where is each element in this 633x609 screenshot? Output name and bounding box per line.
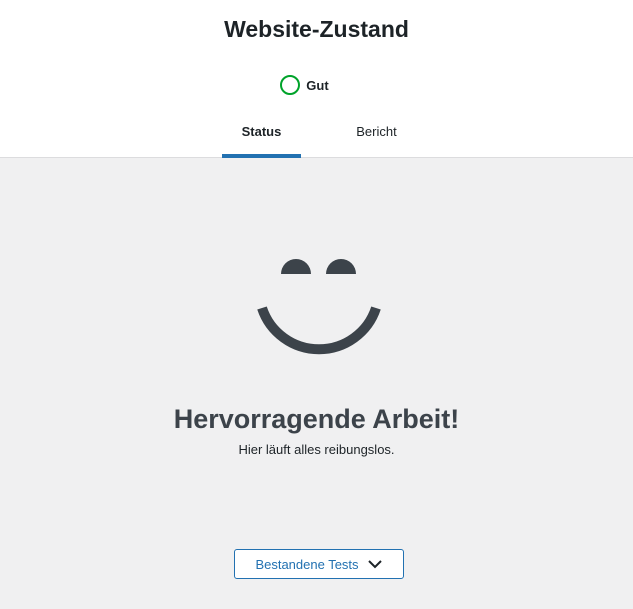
success-subtext: Hier läuft alles reibungslos. xyxy=(238,442,395,457)
tab-status[interactable]: Status xyxy=(222,112,301,158)
success-headline: Hervorragende Arbeit! xyxy=(173,404,460,434)
smiley-face-icon xyxy=(250,245,385,365)
status-indicator: Gut xyxy=(0,75,633,95)
passed-tests-label: Bestandene Tests xyxy=(255,556,359,572)
tab-report-label: Bericht xyxy=(356,124,397,139)
chevron-down-icon xyxy=(367,559,383,569)
tab-report[interactable]: Bericht xyxy=(337,112,416,158)
tab-bar: Status Bericht xyxy=(0,112,633,158)
status-label: Gut xyxy=(306,77,329,93)
passed-tests-button[interactable]: Bestandene Tests xyxy=(234,549,404,579)
header: Website-Zustand Gut Status Bericht xyxy=(0,0,633,158)
status-circle-icon xyxy=(280,75,301,95)
page-title: Website-Zustand xyxy=(224,16,409,42)
tab-status-label: Status xyxy=(241,124,282,139)
